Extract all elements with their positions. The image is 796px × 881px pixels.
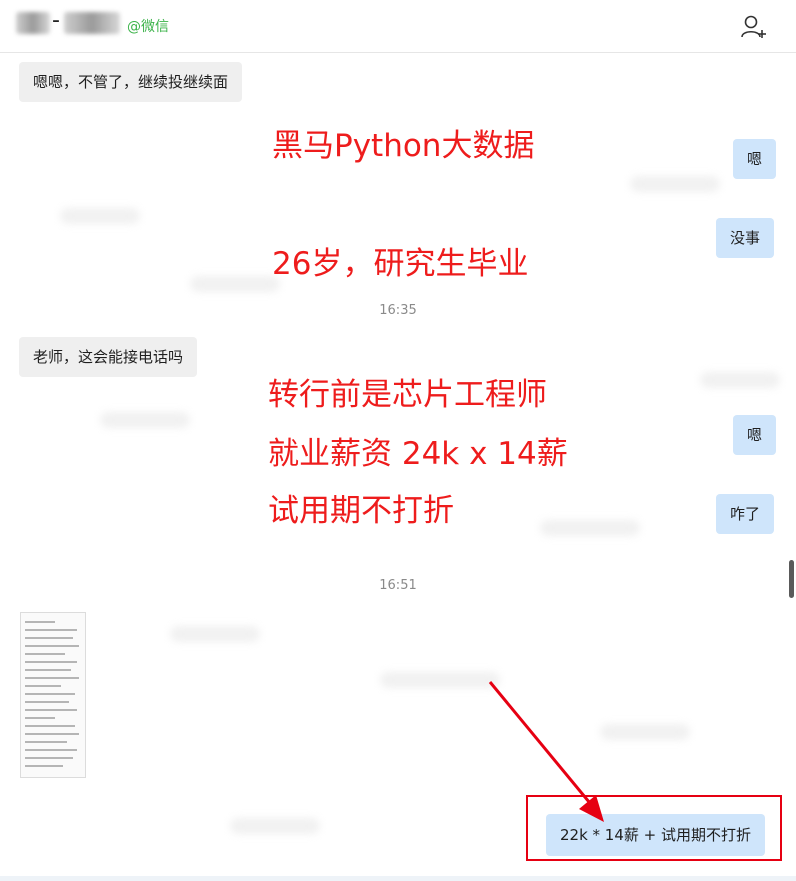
scrollbar-thumb[interactable] bbox=[789, 560, 794, 598]
input-area-edge bbox=[0, 876, 796, 881]
arrow-icon bbox=[488, 681, 604, 822]
